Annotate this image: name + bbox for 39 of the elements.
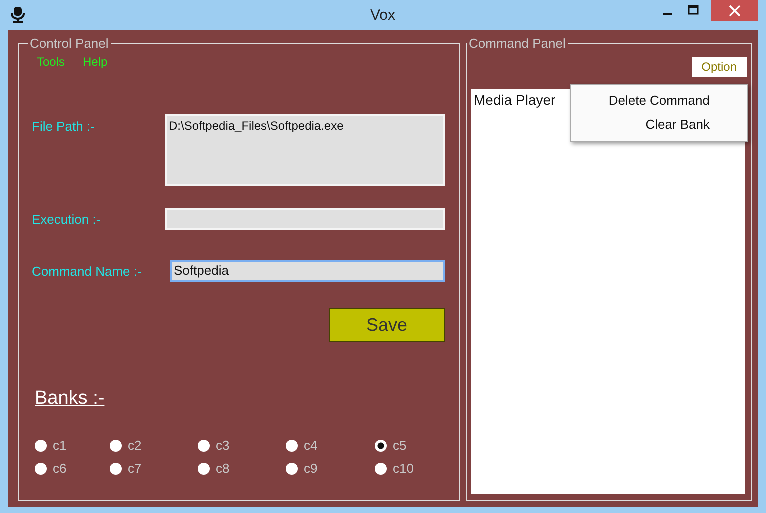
group-title: Command Panel	[468, 36, 567, 51]
field-label: Execution :-	[32, 212, 101, 226]
bank-radio[interactable]: c7	[110, 461, 198, 476]
bank-radio[interactable]: c1	[35, 438, 110, 453]
save-button[interactable]: Save	[329, 308, 445, 342]
text-field[interactable]: Softpedia	[170, 260, 445, 282]
bank-radio[interactable]: c6	[35, 461, 110, 476]
radio-circle[interactable]	[375, 462, 387, 474]
microphone-icon	[9, 6, 27, 24]
menu-item[interactable]: Tools	[37, 55, 66, 69]
radio-circle[interactable]	[35, 462, 47, 474]
radio-circle[interactable]	[35, 440, 47, 452]
window-title: Vox	[370, 6, 396, 24]
group-title: Control Panel	[29, 36, 110, 51]
radio-circle[interactable]	[198, 462, 210, 474]
bank-radio[interactable]: c3	[198, 438, 286, 453]
radio-circle[interactable]	[110, 440, 122, 452]
radio-circle[interactable]	[286, 440, 298, 452]
close-button[interactable]	[711, 0, 758, 21]
menu-item[interactable]: Help	[83, 55, 108, 69]
bank-radio[interactable]: c8	[198, 461, 286, 476]
radio-circle[interactable]	[375, 440, 387, 452]
file-path-field[interactable]: D:\Softpedia_Files\Softpedia.exe	[165, 114, 445, 186]
bank-radio[interactable]: c5	[375, 438, 445, 453]
radio-circle[interactable]	[286, 462, 298, 474]
close-icon	[728, 4, 740, 16]
radio-circle[interactable]	[198, 440, 210, 452]
bank-radio[interactable]: c4	[286, 438, 375, 453]
menu-item[interactable]: Delete Command	[571, 89, 747, 113]
option-tab[interactable]: Option	[692, 57, 747, 77]
menu-item[interactable]: Clear Bank	[571, 113, 747, 137]
bank-radio[interactable]: c10	[375, 461, 445, 476]
field-label: Command Name :-	[32, 264, 142, 278]
text-field[interactable]	[165, 208, 445, 230]
bank-radio[interactable]: c9	[286, 461, 375, 476]
section-heading: Banks :-	[35, 388, 105, 410]
radio-circle[interactable]	[110, 462, 122, 474]
field-label: File Path :-	[32, 119, 95, 134]
bank-radio[interactable]: c2	[110, 438, 198, 453]
